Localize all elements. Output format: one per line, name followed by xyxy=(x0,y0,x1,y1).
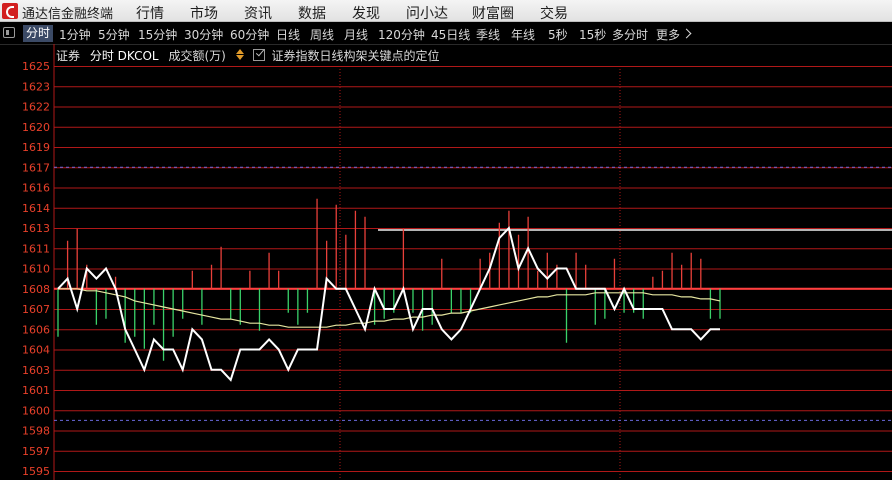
chart-info-line: 证券 分时 DKCOL 成交额(万) 证券指数日线构架关键点的定位 xyxy=(56,47,446,64)
y-tick-label: 1623 xyxy=(22,80,50,93)
y-tick-label: 1625 xyxy=(22,60,50,73)
y-tick-label: 1608 xyxy=(22,283,50,296)
indicator-name[interactable]: 分时 DKCOL xyxy=(90,49,159,63)
y-tick-label: 1619 xyxy=(22,141,50,154)
y-tick-label: 1617 xyxy=(22,161,50,174)
volume-label[interactable]: 成交额(万) xyxy=(168,49,225,63)
y-tick-label: 1603 xyxy=(22,364,50,377)
y-tick-label: 1600 xyxy=(22,404,50,417)
y-tick-label: 1610 xyxy=(22,263,50,276)
y-tick-label: 1595 xyxy=(22,465,50,478)
price-line xyxy=(57,225,720,382)
y-tick-label: 1613 xyxy=(22,222,50,235)
y-tick-label: 1607 xyxy=(22,303,50,316)
y-tick-label: 1597 xyxy=(22,445,50,458)
y-tick-label: 1601 xyxy=(22,384,50,397)
checkbox-icon[interactable] xyxy=(253,49,266,61)
y-tick-label: 1598 xyxy=(22,425,50,438)
y-tick-label: 1620 xyxy=(22,121,50,134)
stock-name: 证券 xyxy=(56,49,81,63)
y-tick-label: 1622 xyxy=(22,101,50,114)
y-tick-label: 1604 xyxy=(22,344,50,357)
intraday-chart[interactable]: 1625 1623 1622 1620 1619 1617 1616 1614 1613 1611… xyxy=(0,0,892,480)
y-tick-label: 1611 xyxy=(22,242,50,255)
position-label: 证券指数日线构架关键点的定位 xyxy=(271,49,440,63)
y-tick-label: 1614 xyxy=(22,202,50,215)
sort-updown-icon[interactable] xyxy=(235,49,244,61)
y-tick-label: 1616 xyxy=(22,182,50,195)
y-tick-label: 1606 xyxy=(22,323,50,336)
